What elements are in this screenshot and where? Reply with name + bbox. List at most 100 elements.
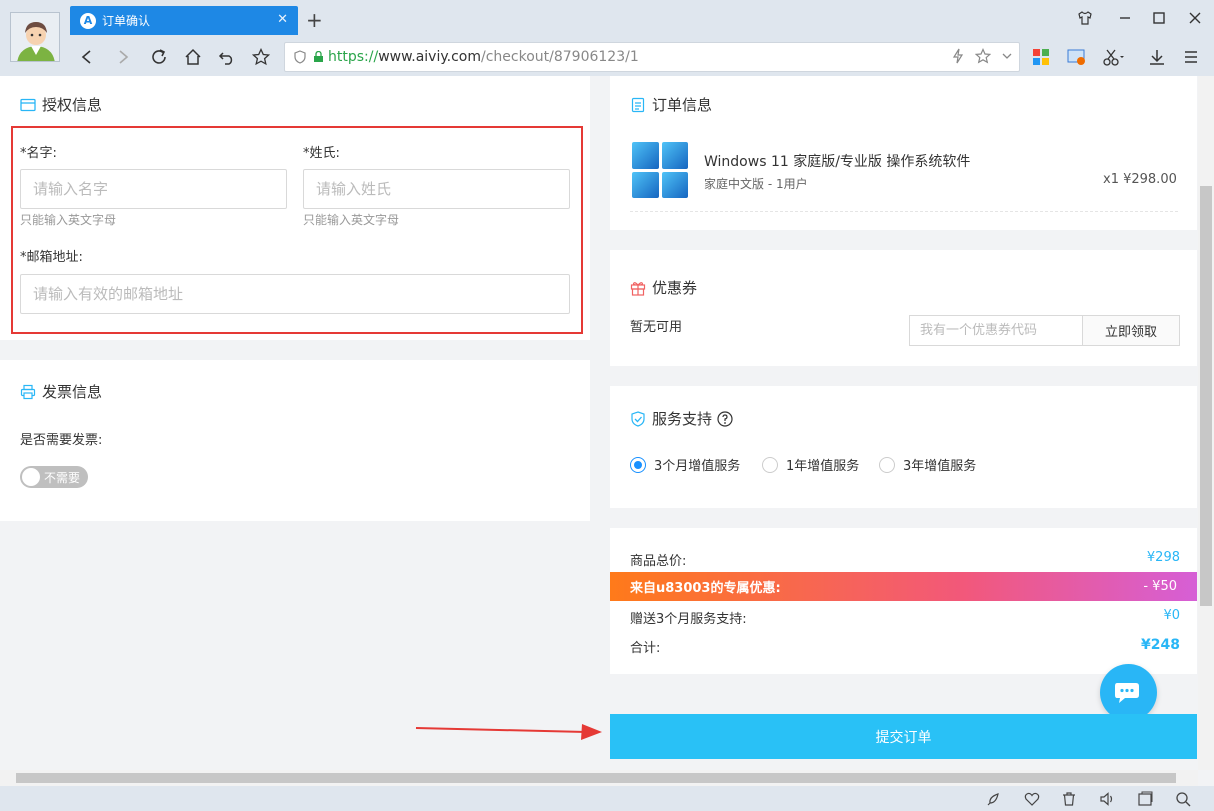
total-row: 合计: ¥248 [630, 637, 1180, 656]
shield-check-icon [630, 410, 646, 427]
browser-titlebar: A 订单确认 ✕ + https:// www.aiviy.com /check… [0, 0, 1214, 76]
coupon-status: 暂无可用 [630, 320, 683, 335]
apps-grid-icon[interactable] [1028, 44, 1054, 70]
status-bar [0, 786, 1214, 811]
submit-order-button[interactable]: 提交订单 [610, 714, 1197, 759]
card-icon [20, 97, 36, 113]
order-info-title-text: 订单信息 [652, 96, 713, 114]
new-tab-icon[interactable]: + [306, 8, 323, 32]
scissors-icon[interactable] [1100, 44, 1126, 70]
url-path: /checkout/87906123/1 [481, 49, 639, 65]
zoom-icon[interactable] [1175, 791, 1191, 811]
coupon-card [610, 250, 1197, 366]
invoice-toggle-label: 不需要 [44, 471, 81, 485]
product-name: Windows 11 家庭版/专业版 操作系统软件 [704, 154, 971, 170]
url-host: www.aiviy.com [378, 49, 481, 65]
auth-info-title-text: 授权信息 [42, 96, 103, 114]
trash-icon[interactable] [1061, 791, 1077, 811]
coupon-title-text: 优惠券 [652, 279, 698, 297]
heart-rate-icon[interactable] [1024, 791, 1040, 811]
document-icon [630, 97, 646, 113]
last-name-input[interactable] [303, 169, 570, 209]
tab-close-icon[interactable]: ✕ [277, 12, 288, 27]
first-name-input[interactable] [20, 169, 287, 209]
tab-order-confirm[interactable]: A 订单确认 ✕ [70, 6, 298, 35]
lightning-icon[interactable] [951, 48, 965, 68]
bookmark-star-icon[interactable] [246, 42, 276, 72]
radio-selected-icon [630, 456, 646, 473]
volume-icon[interactable] [1099, 791, 1115, 811]
download-icon[interactable] [1144, 44, 1170, 70]
navigation-bar: https://www.aiviy.com/checkout/87906123/… [66, 40, 1214, 74]
lock-icon [313, 51, 324, 63]
back-icon[interactable] [72, 42, 102, 72]
first-name-hint: 只能输入英文字母 [20, 213, 117, 227]
claim-coupon-button[interactable]: 立即领取 [1082, 315, 1180, 346]
forward-icon[interactable] [108, 42, 138, 72]
home-icon[interactable] [178, 42, 208, 72]
service-option-3-months[interactable]: 3个月增值服务 [630, 455, 740, 474]
coupon-code-input[interactable] [909, 315, 1083, 346]
radio-icon [879, 456, 895, 473]
address-bar-actions [951, 48, 1013, 68]
gift-icon [630, 280, 646, 296]
coupon-title: 优惠券 [630, 277, 697, 298]
windows-logo-icon [632, 142, 688, 198]
invoice-title-text: 发票信息 [42, 383, 103, 401]
auth-info-title: 授权信息 [20, 94, 102, 115]
last-name-label: *姓氏: [303, 146, 340, 161]
service-card [610, 386, 1197, 508]
invoice-question: 是否需要发票: [20, 433, 103, 448]
service-option-label: 3年增值服务 [903, 459, 977, 474]
chevron-down-icon[interactable] [1001, 48, 1013, 68]
service-title-text: 服务支持 [652, 410, 713, 428]
service-option-1-year[interactable]: 1年增值服务 [762, 455, 859, 474]
maximize-icon[interactable] [1146, 6, 1172, 30]
service-title: 服务支持 [630, 408, 733, 429]
order-info-title: 订单信息 [630, 94, 712, 115]
window-icon[interactable] [1137, 791, 1153, 811]
help-icon[interactable] [717, 410, 733, 427]
subtotal-label: 商品总价: [630, 554, 687, 569]
reload-icon[interactable] [144, 42, 174, 72]
user-avatar[interactable] [10, 12, 60, 62]
service-option-label: 1年增值服务 [786, 459, 860, 474]
screenshot-tool-icon[interactable] [1064, 44, 1090, 70]
email-input[interactable] [20, 274, 570, 314]
promo-banner: 来自u83003的专属优惠: - ¥50 [610, 572, 1197, 601]
total-value: ¥248 [1141, 637, 1180, 653]
vertical-scrollbar[interactable] [1198, 76, 1214, 770]
undo-close-icon[interactable] [212, 42, 242, 72]
subtotal-row: 商品总价: ¥298 [630, 550, 1180, 569]
favorite-icon[interactable] [974, 48, 992, 68]
chat-bubble-icon [1114, 682, 1139, 703]
printer-icon [20, 384, 36, 400]
user-avatar-icon [11, 13, 59, 61]
total-label: 合计: [630, 641, 661, 656]
address-bar[interactable]: https://www.aiviy.com/checkout/87906123/… [284, 42, 1020, 72]
service-option-3-years[interactable]: 3年增值服务 [879, 455, 976, 474]
url-scheme: https:// [328, 49, 379, 65]
last-name-hint: 只能输入英文字母 [303, 213, 400, 227]
vertical-scroll-thumb[interactable] [1200, 186, 1212, 606]
order-divider [630, 211, 1178, 212]
red-arrow-annotation [415, 724, 602, 740]
invoice-toggle[interactable]: 不需要 [20, 466, 88, 488]
chat-support-button[interactable] [1100, 664, 1157, 721]
horizontal-scroll-thumb[interactable] [16, 773, 1176, 783]
skin-icon[interactable] [1072, 6, 1098, 30]
horizontal-scrollbar[interactable] [0, 770, 1198, 786]
product-variant: 家庭中文版 - 1用户 [704, 177, 808, 191]
email-label: *邮箱地址: [20, 250, 83, 265]
tab-title: 订单确认 [102, 14, 151, 28]
gift-service-value: ¥0 [1163, 608, 1180, 623]
service-option-label: 3个月增值服务 [654, 459, 741, 474]
close-window-icon[interactable] [1182, 6, 1208, 30]
rocket-icon[interactable] [986, 791, 1002, 811]
menu-icon[interactable] [1178, 44, 1204, 70]
product-qty-price: x1 ¥298.00 [1103, 172, 1177, 187]
promo-value: - ¥50 [1143, 579, 1177, 594]
minimize-icon[interactable] [1112, 6, 1138, 30]
promo-label: 来自u83003的专属优惠: [630, 581, 781, 596]
radio-icon [762, 456, 778, 473]
